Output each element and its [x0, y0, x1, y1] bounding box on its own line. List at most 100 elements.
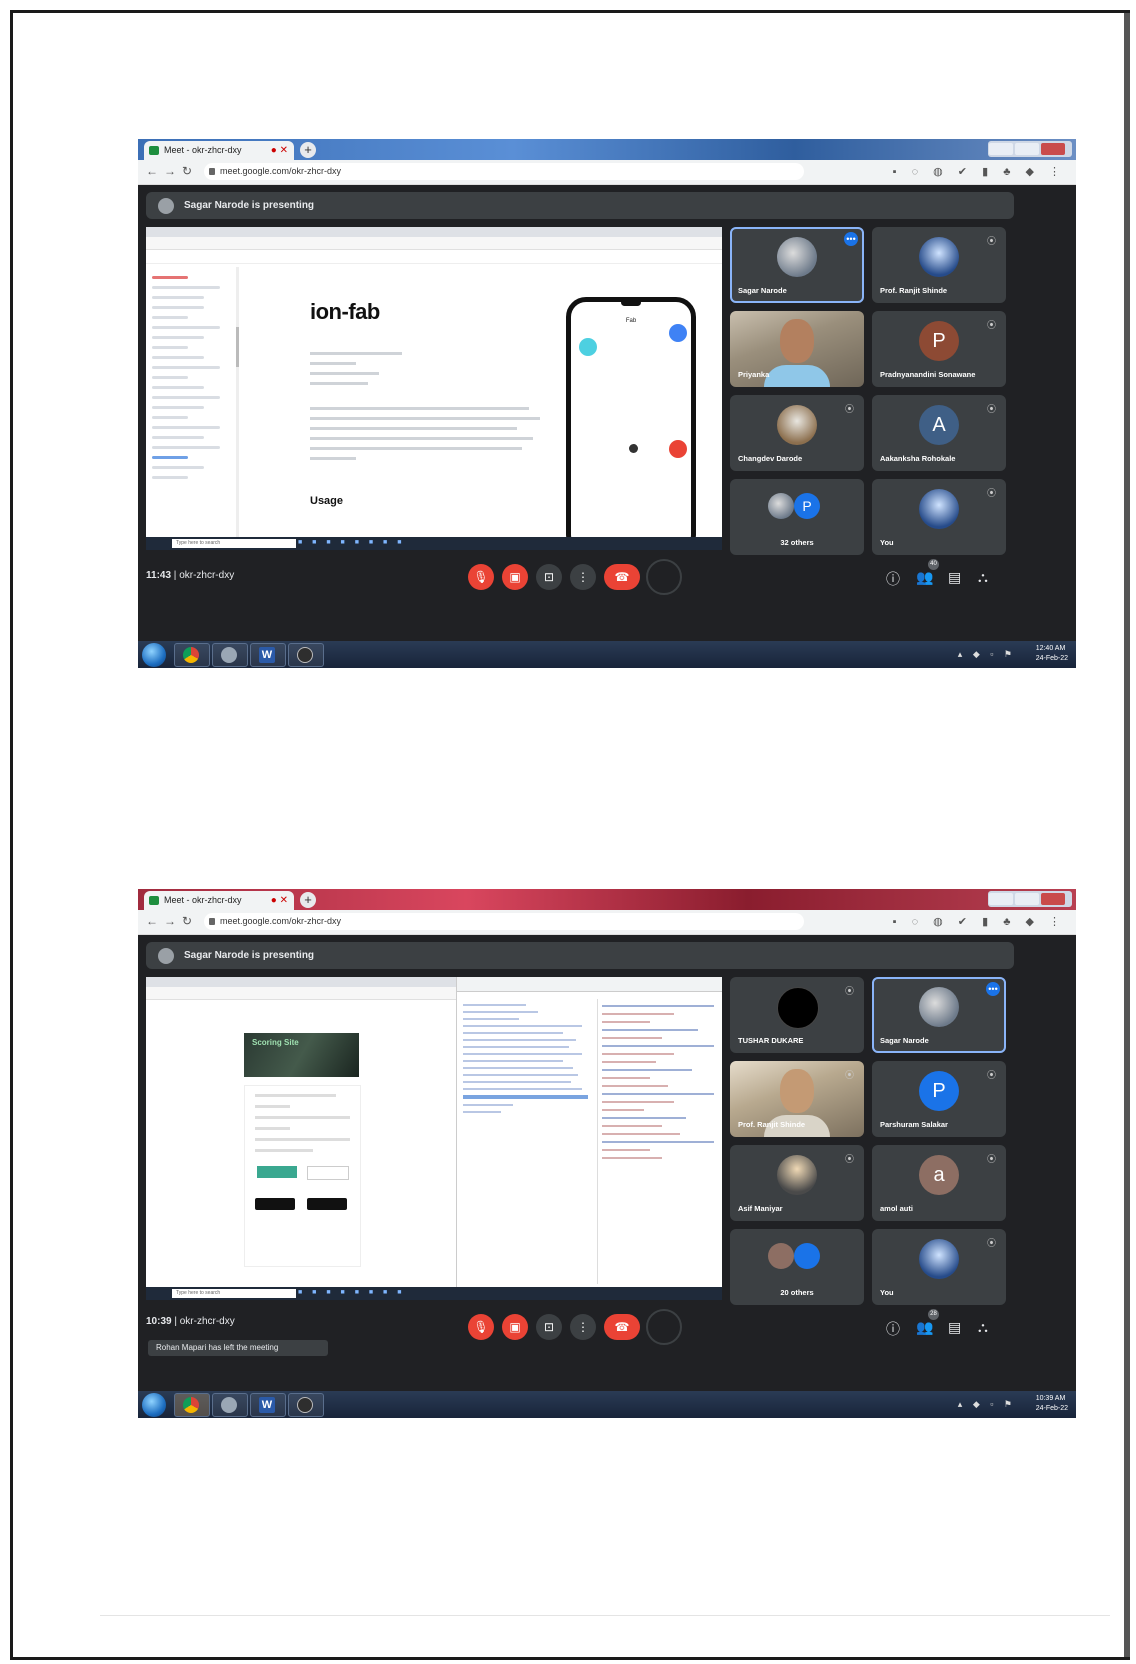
new-tab-button[interactable]: + — [300, 892, 316, 908]
participant-tile[interactable]: a ⦿ amol auti — [872, 1145, 1006, 1221]
login-button[interactable] — [257, 1166, 297, 1178]
sidebar-scrollbar[interactable] — [236, 267, 239, 537]
participant-tile[interactable]: ••• Sagar Narode — [730, 227, 864, 303]
participant-name: Prof. Ranjit Shinde — [738, 1120, 806, 1129]
system-tray-icons[interactable]: ▴ ◆ ▫ ⚑ — [958, 649, 1016, 660]
chat-icon[interactable]: ▤ — [948, 569, 961, 586]
reactions-button[interactable] — [646, 559, 682, 595]
styles-pane — [597, 999, 718, 1284]
info-icon[interactable]: ⓘ — [886, 569, 900, 589]
others-avatar — [768, 1243, 794, 1269]
fab-button[interactable] — [579, 338, 597, 356]
tab-close-icon[interactable]: ● ✕ — [271, 891, 288, 910]
mic-off-icon: ⦿ — [844, 986, 854, 996]
minimize-button[interactable] — [989, 893, 1013, 905]
new-tab-button[interactable]: + — [300, 142, 316, 158]
more-options-button[interactable]: ⋮ — [570, 564, 596, 590]
hero-image: Scoring Site — [244, 1033, 359, 1077]
browser-tab[interactable]: Meet - okr-zhcr-dxy ● ✕ — [144, 141, 294, 160]
self-tile[interactable]: ⦿ You — [872, 479, 1006, 555]
address-bar: ← → ↻ meet.google.com/okr-zhcr-dxy ▪ ◌ ◍… — [138, 160, 1076, 185]
participant-video-tile[interactable]: Priyanka — [730, 311, 864, 387]
shared-taskbar: Type here to search ■ ■ ■ ■ ■ ■ ■ ■ — [146, 1287, 722, 1300]
maximize-button[interactable] — [1015, 893, 1039, 905]
reactions-button[interactable] — [646, 1309, 682, 1345]
url-input[interactable]: meet.google.com/okr-zhcr-dxy — [204, 163, 804, 180]
mic-toggle-button[interactable]: 🎙 — [468, 1314, 494, 1340]
signup-button[interactable] — [307, 1166, 349, 1180]
mic-off-icon: ⦿ — [844, 404, 854, 414]
leave-call-button[interactable]: ☎ — [604, 564, 640, 590]
activities-icon[interactable]: ⛬ — [978, 1319, 988, 1336]
present-button[interactable]: ⊡ — [536, 1314, 562, 1340]
taskbar-word[interactable]: W — [250, 643, 286, 667]
taskbar-app[interactable] — [212, 1393, 248, 1417]
meet-screenshot-1: Meet - okr-zhcr-dxy ● ✕ + ← → ↻ meet.goo… — [138, 139, 1076, 668]
window-close-button[interactable] — [1041, 893, 1065, 905]
participant-name: TUSHAR DUKARE — [738, 1036, 804, 1045]
google-play-badge[interactable] — [255, 1198, 295, 1210]
mic-toggle-button[interactable]: 🎙 — [468, 564, 494, 590]
others-tile[interactable]: 20 others — [730, 1229, 864, 1305]
taskbar-obs[interactable] — [288, 1393, 324, 1417]
self-tile[interactable]: ⦿ You — [872, 1229, 1006, 1305]
start-button[interactable] — [142, 643, 166, 667]
devtools-tabs[interactable] — [457, 977, 722, 992]
people-icon[interactable]: 👥 — [916, 1319, 933, 1336]
participant-avatar — [777, 987, 819, 1029]
browser-tab[interactable]: Meet - okr-zhcr-dxy ● ✕ — [144, 891, 294, 910]
fab-button[interactable] — [669, 324, 687, 342]
extension-icons[interactable]: ▪ ◌ ◍ ✔ ▮ ♣ ◆ ⋮ — [893, 915, 1066, 928]
fab-button[interactable] — [629, 444, 638, 453]
others-tile[interactable]: P 32 others — [730, 479, 864, 555]
present-button[interactable]: ⊡ — [536, 564, 562, 590]
page-edge — [1124, 13, 1130, 1657]
participant-tile[interactable]: ••• Sagar Narode — [872, 977, 1006, 1053]
maximize-button[interactable] — [1015, 143, 1039, 155]
start-button[interactable] — [142, 1393, 166, 1417]
participant-tile[interactable]: A ⦿ Aakanksha Rohokale — [872, 395, 1006, 471]
taskbar-chrome[interactable] — [174, 643, 210, 667]
camera-toggle-button[interactable]: ▣ — [502, 564, 528, 590]
participant-letter-avatar: P — [919, 321, 959, 361]
participant-tile[interactable]: ⦿ TUSHAR DUKARE — [730, 977, 864, 1053]
participant-count-badge: 40 — [928, 559, 939, 570]
tab-close-icon[interactable]: ● ✕ — [271, 141, 288, 160]
minimize-button[interactable] — [989, 143, 1013, 155]
participant-tile[interactable]: P ⦿ Pradnyanandini Sonawane — [872, 311, 1006, 387]
browser-tab-title: Meet - okr-zhcr-dxy — [164, 895, 242, 905]
people-icon[interactable]: 👥 — [916, 569, 933, 586]
taskbar-app[interactable] — [212, 643, 248, 667]
taskbar-chrome[interactable] — [174, 1393, 210, 1417]
devtools-panel — [456, 977, 722, 1287]
taskbar-clock[interactable]: 10:39 AM 24-Feb-22 — [1036, 1394, 1068, 1414]
leave-call-button[interactable]: ☎ — [604, 1314, 640, 1340]
participant-tile[interactable]: ⦿ Prof. Ranjit Shinde — [872, 227, 1006, 303]
url-input[interactable]: meet.google.com/okr-zhcr-dxy — [204, 913, 804, 930]
participant-video-tile[interactable]: ⦿ Prof. Ranjit Shinde — [730, 1061, 864, 1137]
extension-icons[interactable]: ▪ ◌ ◍ ✔ ▮ ♣ ◆ ⋮ — [893, 165, 1066, 178]
back-arrow-icon[interactable]: ← — [146, 914, 158, 928]
participant-tile[interactable]: ⦿ Changdev Darode — [730, 395, 864, 471]
info-icon[interactable]: ⓘ — [886, 1319, 900, 1339]
reload-icon[interactable]: ↻ — [182, 164, 192, 178]
taskbar-word[interactable]: W — [250, 1393, 286, 1417]
taskbar-obs[interactable] — [288, 643, 324, 667]
participant-tile[interactable]: P ⦿ Parshuram Salakar — [872, 1061, 1006, 1137]
taskbar-clock[interactable]: 12:40 AM 24-Feb-22 — [1036, 644, 1068, 664]
more-options-button[interactable]: ⋮ — [570, 1314, 596, 1340]
system-tray-icons[interactable]: ▴ ◆ ▫ ⚑ — [958, 1399, 1016, 1410]
reload-icon[interactable]: ↻ — [182, 914, 192, 928]
forward-arrow-icon[interactable]: → — [164, 914, 176, 928]
participant-name: Parshuram Salakar — [880, 1120, 948, 1129]
activities-icon[interactable]: ⛬ — [978, 569, 988, 586]
participant-name: Sagar Narode — [738, 286, 787, 295]
camera-toggle-button[interactable]: ▣ — [502, 1314, 528, 1340]
back-arrow-icon[interactable]: ← — [146, 164, 158, 178]
window-close-button[interactable] — [1041, 143, 1065, 155]
forward-arrow-icon[interactable]: → — [164, 164, 176, 178]
chat-icon[interactable]: ▤ — [948, 1319, 961, 1336]
fab-button[interactable] — [669, 440, 687, 458]
app-store-badge[interactable] — [307, 1198, 347, 1210]
participant-tile[interactable]: ⦿ Asif Maniyar — [730, 1145, 864, 1221]
